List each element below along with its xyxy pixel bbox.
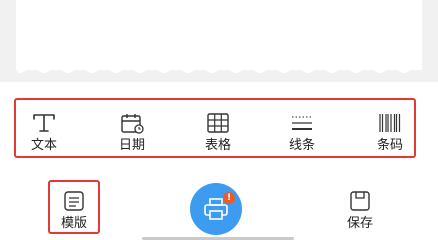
template-button[interactable]: 模版 xyxy=(44,190,104,234)
table-icon xyxy=(207,113,229,133)
save-icon xyxy=(350,191,370,211)
tool-barcode-label: 条码 xyxy=(376,138,403,153)
barcode-icon xyxy=(379,114,401,132)
tool-date-label: 日期 xyxy=(118,138,145,153)
tool-table[interactable]: 表格 xyxy=(188,112,248,158)
tool-date[interactable]: 日期 xyxy=(102,112,162,158)
tool-table-label: 表格 xyxy=(204,138,231,153)
calendar-icon xyxy=(121,114,144,134)
line-icon xyxy=(292,116,312,130)
tool-barcode[interactable]: 条码 xyxy=(360,112,420,158)
tool-line-label: 线条 xyxy=(288,138,315,153)
print-button[interactable] xyxy=(190,183,242,235)
template-icon xyxy=(64,191,84,211)
print-alert-badge: ! xyxy=(223,192,235,204)
save-label: 保存 xyxy=(346,216,373,231)
save-button[interactable]: 保存 xyxy=(330,190,390,234)
tool-line[interactable]: 线条 xyxy=(272,112,332,158)
text-icon xyxy=(33,114,55,132)
template-label: 模版 xyxy=(60,216,87,231)
label-perforated-edge xyxy=(16,62,422,73)
label-canvas[interactable] xyxy=(16,0,422,70)
tool-text-label: 文本 xyxy=(30,138,57,153)
tool-text[interactable]: 文本 xyxy=(14,112,74,158)
